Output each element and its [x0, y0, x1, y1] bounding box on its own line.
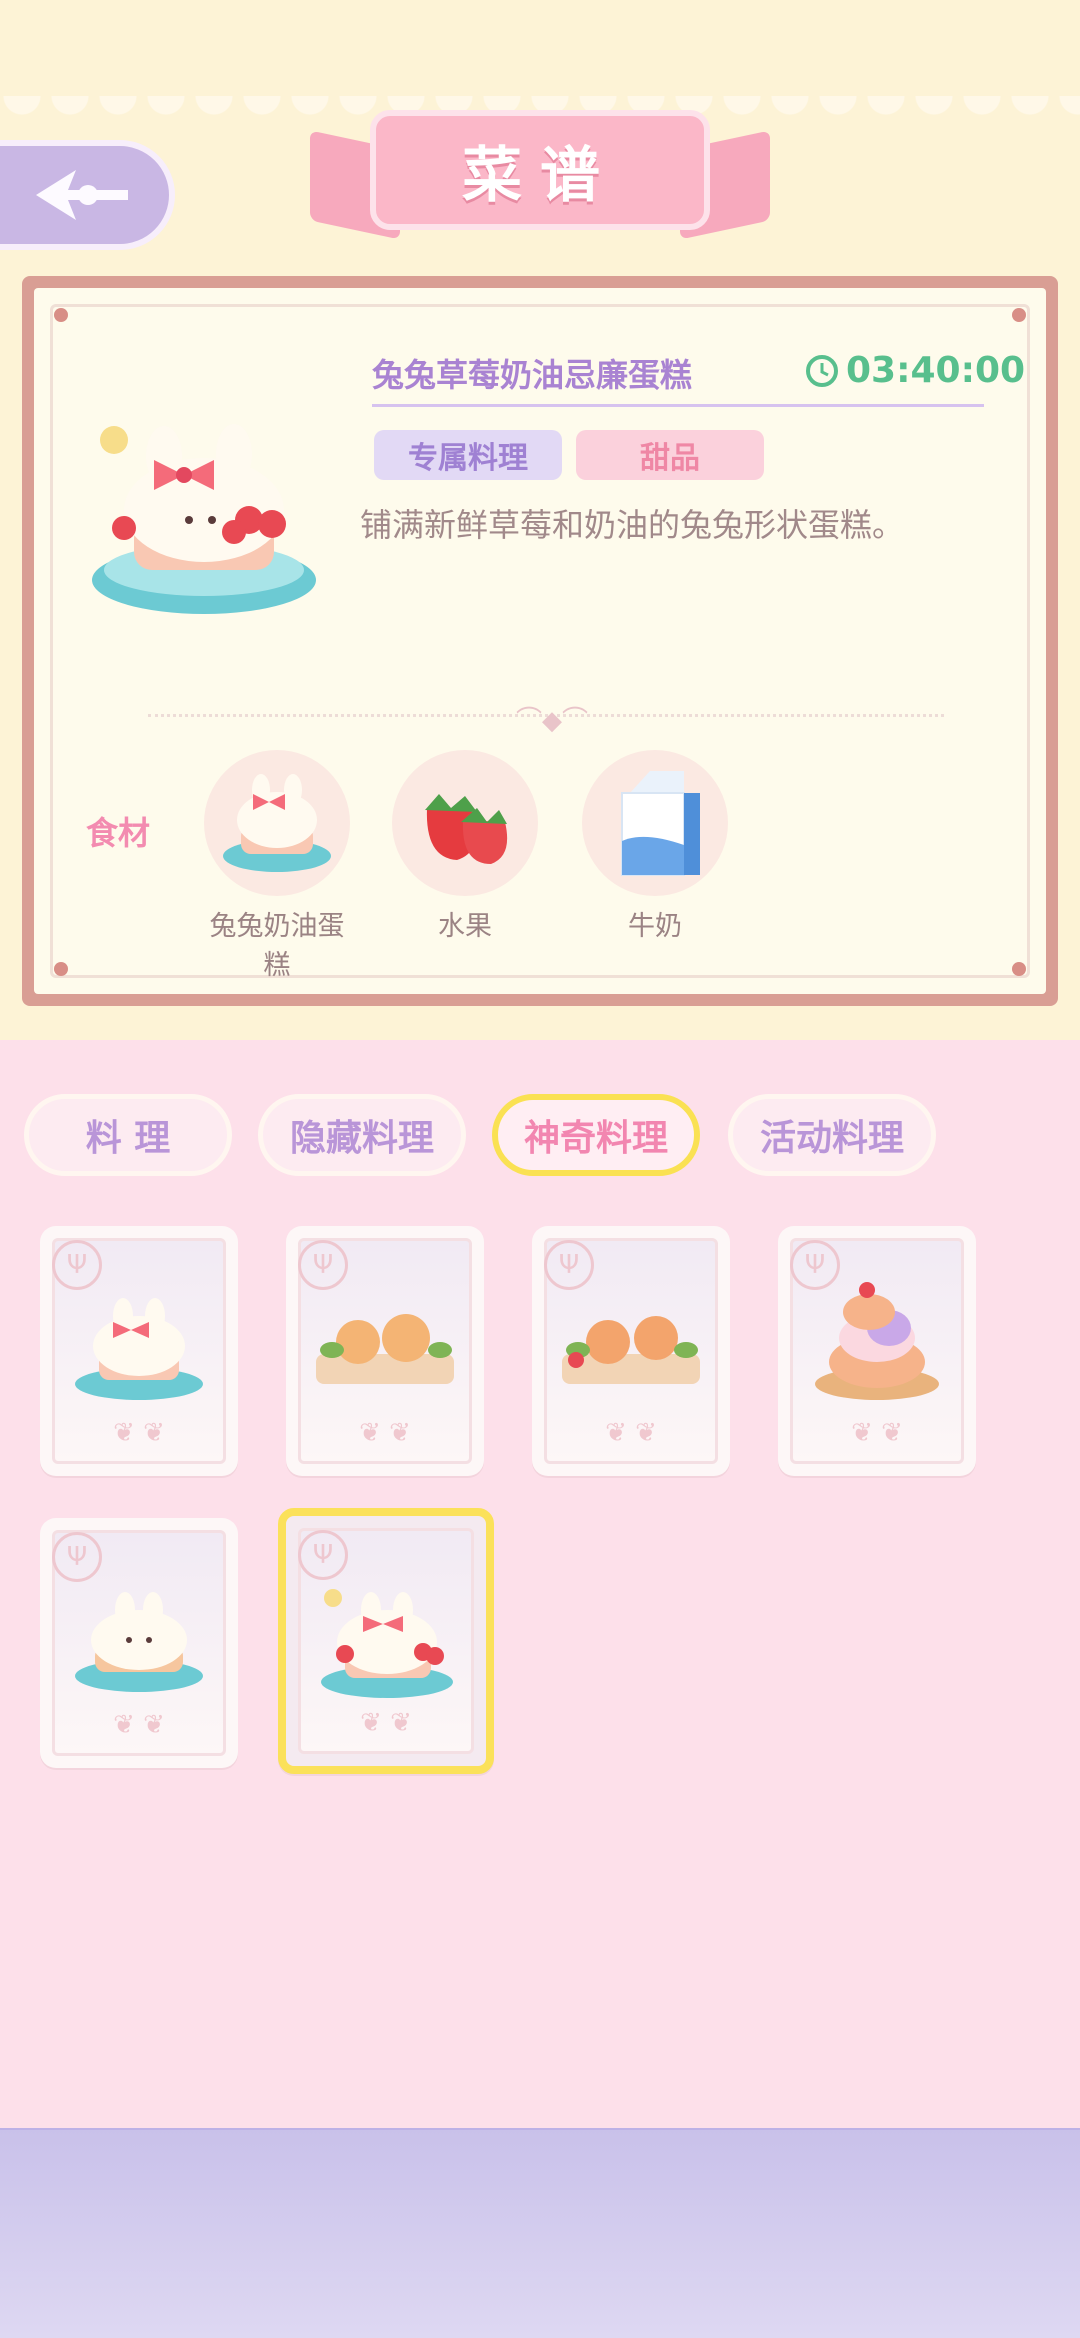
milk-carton-icon: [621, 771, 700, 876]
ingredients-label: 食材: [86, 814, 151, 852]
ingredient-icon-bg: [392, 750, 538, 896]
title-banner: 菜谱: [310, 100, 770, 250]
dish-description: 铺满新鲜草莓和奶油的兔兔形状蛋糕。: [360, 506, 905, 544]
bunny-cake-icon: [223, 774, 331, 872]
ingredient-name: 兔兔奶油蛋糕: [209, 911, 345, 981]
ingredient-item[interactable]: 牛奶: [580, 750, 730, 943]
ingredient-item[interactable]: 兔兔奶油蛋糕: [202, 750, 352, 982]
bunny-cake-icon: [69, 1292, 209, 1406]
strawberry-icon: [425, 794, 508, 864]
laurel-icon: ❦ ❦: [113, 1418, 165, 1448]
laurel-icon: ❦ ❦: [113, 1710, 165, 1740]
dish-image: [84, 420, 324, 624]
tab-cooking[interactable]: 料 理: [24, 1094, 232, 1176]
ingredient-icon-bg: [582, 750, 728, 896]
dish-name: 兔兔草莓奶油忌廉蛋糕: [372, 356, 693, 394]
clock-icon: [806, 354, 838, 387]
footer-panel: [0, 2130, 1080, 2338]
page-title: 菜谱: [370, 110, 710, 230]
laurel-icon: ❦ ❦: [605, 1418, 657, 1448]
bread-platter-icon: [556, 1292, 706, 1406]
ingredient-name: 水果: [438, 911, 492, 942]
tab-hidden-cooking[interactable]: 隐藏料理: [258, 1094, 466, 1176]
ingredient-icon-bg: [204, 750, 350, 896]
title-underline: [372, 404, 984, 407]
fork-spoon-icon: Ψ: [52, 1240, 102, 1290]
list-scallop-trim: [0, 1030, 1080, 1060]
cream-puff-icon: [807, 1276, 947, 1410]
tag-dessert: 甜品: [576, 430, 764, 480]
ingredient-name: 牛奶: [628, 911, 682, 942]
bow-icon: ⌒◆⌒: [516, 706, 588, 736]
recipe-tile[interactable]: Ψ ❦ ❦: [40, 1518, 238, 1768]
recipe-tile-selected[interactable]: Ψ ❦ ❦: [278, 1508, 494, 1774]
timer-value: 03:40:00: [846, 350, 1026, 391]
cook-timer: 03:40:00: [804, 350, 1025, 391]
fork-spoon-icon: Ψ: [298, 1530, 348, 1580]
recipe-tile[interactable]: Ψ ❦ ❦: [286, 1226, 484, 1476]
recipe-tile[interactable]: Ψ ❦ ❦: [40, 1226, 238, 1476]
laurel-icon: ❦ ❦: [851, 1418, 903, 1448]
bunny-pancake-icon: [69, 1584, 209, 1698]
corner-dot: [54, 308, 68, 322]
recipe-tile[interactable]: Ψ ❦ ❦: [778, 1226, 976, 1476]
laurel-icon: ❦ ❦: [360, 1708, 412, 1738]
fork-spoon-icon: Ψ: [52, 1532, 102, 1582]
tab-magic-cooking[interactable]: 神奇料理: [492, 1094, 700, 1176]
tag-exclusive: 专属料理: [374, 430, 562, 480]
back-button[interactable]: [0, 140, 175, 250]
fork-spoon-icon: Ψ: [298, 1240, 348, 1290]
corner-dot: [54, 962, 68, 976]
corner-dot: [1012, 962, 1026, 976]
corner-dot: [1012, 308, 1026, 322]
tab-event-cooking[interactable]: 活动料理: [728, 1094, 936, 1176]
bunny-cake-icon: [92, 424, 316, 614]
ingredient-item[interactable]: 水果: [390, 750, 540, 943]
bread-platter-icon: [310, 1292, 460, 1406]
bunny-strawberry-cake-icon: [311, 1582, 461, 1706]
recipe-tile[interactable]: Ψ ❦ ❦: [532, 1226, 730, 1476]
laurel-icon: ❦ ❦: [359, 1418, 411, 1448]
back-arrow-icon: [35, 170, 128, 220]
fork-spoon-icon: Ψ: [544, 1240, 594, 1290]
